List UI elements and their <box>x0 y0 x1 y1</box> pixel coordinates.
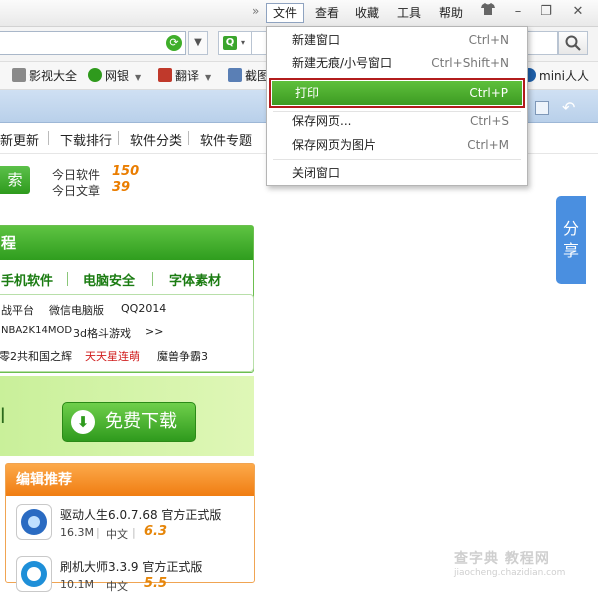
menu-tools[interactable]: 工具 <box>392 3 426 23</box>
app-size: 10.1M <box>60 578 94 591</box>
tag-link[interactable]: 零2共和国之辉 <box>0 348 72 364</box>
today-article-label: 今日文章 <box>52 184 101 198</box>
phone-icon <box>21 561 47 587</box>
nav-divider <box>118 131 119 145</box>
menu-print-highlight-box: 打印 Ctrl+P <box>269 78 525 108</box>
fav-mini-renren[interactable]: mini人人 <box>522 67 589 85</box>
chevron-down-icon: ▼ <box>205 73 212 82</box>
menu-new-incognito-window[interactable]: 新建无痕/小号窗口 Ctrl+Shift+N <box>267 51 527 75</box>
restore-button[interactable]: ❐ <box>534 2 558 22</box>
gear-icon <box>21 509 47 535</box>
file-menu-dropdown: 新建窗口 Ctrl+N 新建无痕/小号窗口 Ctrl+Shift+N 打印 Ctrl… <box>266 26 528 186</box>
menu-separator <box>273 159 521 160</box>
scissors-icon <box>228 68 242 82</box>
nav-divider <box>48 131 49 145</box>
download-arrow-icon: ⬇ <box>71 410 95 434</box>
cat-tab-divider <box>152 272 153 286</box>
new-tab-icon[interactable] <box>535 101 549 115</box>
menu-view[interactable]: 查看 <box>310 3 344 23</box>
close-button[interactable]: ✕ <box>566 2 590 22</box>
chevron-down-icon: ▾ <box>241 38 246 47</box>
free-download-label: 免费下载 <box>105 411 177 432</box>
tag-link[interactable]: 战平台 <box>1 302 34 318</box>
tag-link[interactable]: 3d格斗游戏 <box>73 325 131 341</box>
chevron-down-icon: ▼ <box>135 73 142 82</box>
more-link[interactable]: >> <box>145 325 163 338</box>
free-download-button[interactable]: ⬇ 免费下载 <box>62 402 196 442</box>
site-search-button[interactable]: 索 <box>0 166 30 194</box>
film-icon <box>12 68 26 82</box>
refresh-icon[interactable]: ⟳ <box>166 35 182 51</box>
today-software-value: 150 <box>112 164 140 179</box>
title-bar: » 文件 查看 收藏 工具 帮助 – ❐ ✕ <box>0 0 598 27</box>
editor-recommend-title: 编辑推荐 <box>16 472 72 488</box>
url-dropdown-button[interactable]: ▼ <box>188 31 208 55</box>
fav-translate[interactable]: 翻译 ▼ <box>158 67 211 85</box>
nav-topics[interactable]: 软件专题 <box>200 130 252 149</box>
fav-video[interactable]: 影视大全 <box>12 67 77 85</box>
editor-recommend-header: 编辑推荐 <box>6 464 254 496</box>
menu-new-window[interactable]: 新建窗口 Ctrl+N <box>267 28 527 52</box>
undo-close-icon[interactable]: ↶ <box>562 98 575 117</box>
fav-bank[interactable]: 网银 ▼ <box>88 67 141 85</box>
editor-recommend-panel: 编辑推荐 驱动人生6.0.7.68 官方正式版 16.3M | 中文 | 6.3… <box>5 463 255 593</box>
category-links: 战平台 微信电脑版 QQ2014 NBA2K14MOD 3d格斗游戏 >> 零2… <box>0 294 254 372</box>
cat-tab-mobile[interactable]: 手机软件 <box>1 270 53 289</box>
tag-link-highlight[interactable]: 天天星连萌 <box>85 348 140 364</box>
app-lang: 中文 <box>106 580 128 593</box>
app-score: 5.5 <box>144 576 168 591</box>
search-engine-selector[interactable]: Q ▾ <box>218 31 252 55</box>
minimize-button[interactable]: – <box>506 2 530 22</box>
nav-new-updates[interactable]: 新更新 <box>0 130 39 149</box>
meta-divider: | <box>96 526 100 539</box>
watermark-line1: 查字典 教程网 <box>454 551 550 567</box>
fav-screenshot[interactable]: 截图 <box>228 67 269 85</box>
cat-tab-security[interactable]: 电脑安全 <box>83 270 135 289</box>
search-engine-icon: Q <box>223 36 237 50</box>
menu-favorites[interactable]: 收藏 <box>350 3 384 23</box>
cat-tab-fonts[interactable]: 字体素材 <box>169 270 221 289</box>
menu-help[interactable]: 帮助 <box>434 3 468 23</box>
tag-link[interactable]: NBA2K14MOD <box>1 325 72 336</box>
banner-partial-text: l <box>0 404 6 428</box>
tag-link[interactable]: QQ2014 <box>121 302 166 315</box>
flash-app-icon[interactable] <box>16 556 52 592</box>
category-panel-title: 程 <box>1 234 17 252</box>
driver-app-icon[interactable] <box>16 504 52 540</box>
today-article-value: 39 <box>112 180 131 195</box>
nav-download-rank[interactable]: 下载排行 <box>60 130 112 149</box>
menu-overflow-chevron[interactable]: » <box>252 4 259 18</box>
app-lang: 中文 <box>106 528 128 541</box>
menu-file[interactable]: 文件 <box>266 3 304 23</box>
app-score: 6.3 <box>144 524 168 539</box>
tag-link[interactable]: 魔兽争霸3 <box>157 348 208 364</box>
translate-icon <box>158 68 172 82</box>
app-name[interactable]: 刷机大师3.3.9 官方正式版 <box>60 558 202 575</box>
search-button[interactable] <box>558 31 588 55</box>
nav-categories[interactable]: 软件分类 <box>130 130 182 149</box>
menu-save-as-image[interactable]: 保存网页为图片 Ctrl+M <box>267 133 527 157</box>
shirt-icon <box>481 3 495 15</box>
menu-save-page[interactable]: 保存网页... Ctrl+S <box>267 109 527 133</box>
meta-divider: | <box>132 526 136 539</box>
bank-icon <box>88 68 102 82</box>
cat-tab-divider <box>67 272 68 286</box>
share-tab[interactable]: 分享 <box>556 196 586 284</box>
tag-link[interactable]: 微信电脑版 <box>49 302 104 318</box>
menu-close-window[interactable]: 关闭窗口 <box>267 161 527 185</box>
skin-button[interactable] <box>476 2 500 22</box>
category-panel-header: 程 <box>0 226 253 260</box>
menu-print[interactable]: 打印 Ctrl+P <box>272 81 522 105</box>
nav-divider <box>188 131 189 145</box>
search-icon <box>565 35 581 51</box>
today-software-label: 今日软件 <box>52 168 101 182</box>
watermark: 查字典 教程网 jiaocheng.chazidian.com <box>440 548 598 582</box>
url-input[interactable] <box>0 31 186 55</box>
watermark-line2: jiaocheng.chazidian.com <box>454 568 566 578</box>
app-name[interactable]: 驱动人生6.0.7.68 官方正式版 <box>60 506 221 523</box>
share-label: 分享 <box>562 219 579 260</box>
app-size: 16.3M <box>60 526 94 539</box>
